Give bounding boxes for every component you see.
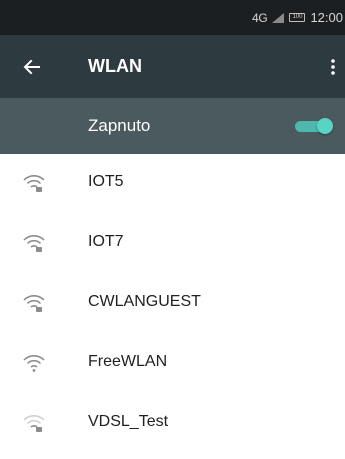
wifi-open-icon [23, 355, 45, 372]
network-ssid: VDSL_Test [88, 413, 169, 430]
wifi-toggle-label: Zapnuto [88, 116, 151, 135]
network-item-vdsl-test[interactable]: VDSL_Test [0, 394, 345, 454]
status-bar: 4G 100 12:00 [0, 0, 345, 35]
network-ssid: IOT7 [88, 233, 124, 250]
wifi-switch[interactable] [295, 118, 333, 134]
network-ssid: IOT5 [88, 173, 124, 190]
wifi-locked-icon [23, 175, 45, 192]
network-list: IOT5 IOT7 CWLANGUEST FreeWLAN VDSL_Test [0, 154, 345, 454]
app-bar: WLAN [0, 35, 345, 98]
network-ssid: CWLANGUEST [88, 293, 201, 310]
page-title: WLAN [88, 56, 142, 76]
network-item-iot5[interactable]: IOT5 [0, 154, 345, 214]
wifi-locked-icon [23, 295, 45, 312]
more-vertical-icon[interactable] [327, 57, 339, 77]
arrow-left-icon[interactable] [22, 57, 42, 77]
network-ssid: FreeWLAN [88, 353, 168, 370]
wifi-toggle-row[interactable]: Zapnuto [0, 98, 345, 154]
signal-icon [272, 12, 285, 23]
status-time: 12:00 [310, 10, 343, 25]
wifi-locked-icon [23, 235, 45, 252]
wifi-locked-weak-icon [23, 415, 45, 432]
switch-thumb [317, 118, 333, 134]
battery-icon: 100 [289, 13, 306, 22]
network-item-iot7[interactable]: IOT7 [0, 214, 345, 274]
network-item-freewlan[interactable]: FreeWLAN [0, 334, 345, 394]
network-type: 4G [252, 10, 268, 25]
network-item-cwlanguest[interactable]: CWLANGUEST [0, 274, 345, 334]
